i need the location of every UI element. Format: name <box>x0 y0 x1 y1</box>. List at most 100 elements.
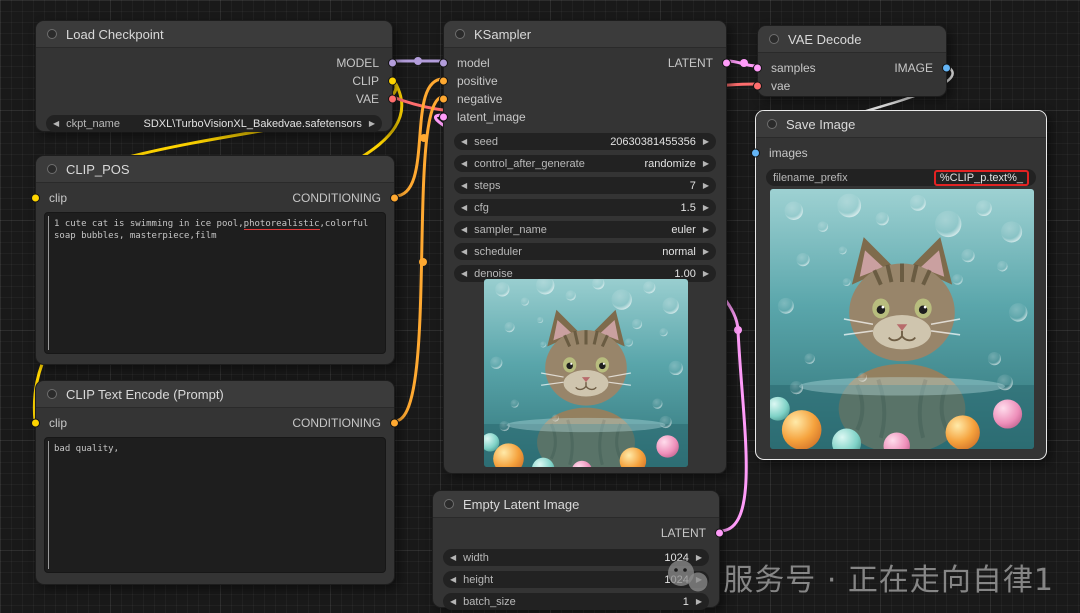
input-port-model[interactable] <box>439 58 448 68</box>
negative-prompt-textarea[interactable]: bad quality, <box>44 437 386 573</box>
widget-label: cfg <box>474 201 489 214</box>
output-label: CLIP <box>352 74 379 88</box>
node-clip-pos[interactable]: CLIP_POS clip CONDITIONING 1 cute cat is… <box>31 155 399 365</box>
slot-row: latent_image <box>439 108 726 126</box>
output-port-model[interactable] <box>388 58 397 68</box>
widget-value: SDXL\TurboVisionXL_Bakedvae.safetensors <box>143 117 362 130</box>
node-title-bar[interactable]: VAE Decode <box>758 26 946 53</box>
widget-sampler-name[interactable]: ◀ sampler_name euler ▶ <box>454 221 716 238</box>
widget-value: 1.5 <box>680 201 696 214</box>
arrow-left-icon[interactable]: ◀ <box>461 137 467 146</box>
arrow-left-icon[interactable]: ◀ <box>450 575 456 584</box>
graph-canvas[interactable]: Load Checkpoint MODEL CLIP VAE ◀ ckpt_na… <box>0 0 1080 613</box>
node-load-checkpoint[interactable]: Load Checkpoint MODEL CLIP VAE ◀ ckpt_na… <box>35 20 397 132</box>
output-label: IMAGE <box>894 61 933 75</box>
output-label: CONDITIONING <box>292 191 381 205</box>
input-label: clip <box>49 416 68 430</box>
widget-label: ckpt_name <box>66 117 120 130</box>
collapse-dot-icon[interactable] <box>444 499 454 509</box>
node-title-bar[interactable]: Load Checkpoint <box>36 21 392 48</box>
output-port-conditioning[interactable] <box>390 418 399 428</box>
arrow-right-icon[interactable]: ▶ <box>703 137 709 146</box>
widget-value: 20630381455356 <box>610 135 696 148</box>
arrow-right-icon[interactable]: ▶ <box>703 203 709 212</box>
widget-label: seed <box>474 135 499 148</box>
wire-dot-model <box>414 57 422 65</box>
collapse-dot-icon[interactable] <box>47 29 57 39</box>
arrow-left-icon[interactable]: ◀ <box>461 203 467 212</box>
arrow-right-icon[interactable]: ▶ <box>703 269 709 278</box>
widget-label: filename_prefix <box>773 171 848 184</box>
node-title: CLIP Text Encode (Prompt) <box>66 386 224 402</box>
slot-row: negative <box>439 90 726 108</box>
widget-filename-prefix[interactable]: filename_prefix %CLIP_p.text%_ <box>766 169 1036 186</box>
node-ksampler[interactable]: KSampler model LATENT positive negative … <box>439 20 731 474</box>
arrow-left-icon[interactable]: ◀ <box>461 159 467 168</box>
watermark: 服务号 · 正在走向自律1 <box>665 555 1054 599</box>
slot-row: samples IMAGE <box>753 59 951 77</box>
arrow-left-icon[interactable]: ◀ <box>461 247 467 256</box>
widget-value: 7 <box>689 179 696 192</box>
node-title-bar[interactable]: CLIP_POS <box>36 156 394 183</box>
input-port-clip[interactable] <box>31 418 40 428</box>
arrow-left-icon[interactable]: ◀ <box>53 119 59 128</box>
node-title-bar[interactable]: Save Image <box>756 111 1046 138</box>
output-port-clip[interactable] <box>388 76 397 86</box>
output-port-latent[interactable] <box>715 528 724 538</box>
widget-steps[interactable]: ◀ steps 7 ▶ <box>454 177 716 194</box>
arrow-left-icon[interactable]: ◀ <box>461 225 467 234</box>
filename-prefix-highlight: %CLIP_p.text%_ <box>933 169 1029 186</box>
output-slot-model: MODEL <box>36 54 397 72</box>
arrow-right-icon[interactable]: ▶ <box>703 225 709 234</box>
output-port-conditioning[interactable] <box>390 193 399 203</box>
arrow-left-icon[interactable]: ◀ <box>461 269 467 278</box>
collapse-dot-icon[interactable] <box>47 164 57 174</box>
input-port-clip[interactable] <box>31 193 40 203</box>
input-port-vae[interactable] <box>753 81 762 91</box>
slot-row: clip CONDITIONING <box>31 189 399 207</box>
widget-seed[interactable]: ◀ seed 20630381455356 ▶ <box>454 133 716 150</box>
arrow-left-icon[interactable]: ◀ <box>450 597 456 606</box>
collapse-dot-icon[interactable] <box>767 119 777 129</box>
input-port-images[interactable] <box>751 148 760 158</box>
wire-dot-latent <box>740 59 748 67</box>
prompt-text: 1 cute cat is swimming in ice pool, <box>54 219 244 229</box>
widget-ckpt-name[interactable]: ◀ ckpt_name SDXL\TurboVisionXL_Bakedvae.… <box>46 115 382 132</box>
input-port-negative[interactable] <box>439 94 448 104</box>
output-port-latent[interactable] <box>722 58 731 68</box>
node-title-bar[interactable]: KSampler <box>444 21 726 48</box>
wechat-logo-icon <box>668 560 708 592</box>
input-port-latent-image[interactable] <box>439 112 448 122</box>
positive-prompt-textarea[interactable]: 1 cute cat is swimming in ice pool,photo… <box>44 212 386 354</box>
output-port-vae[interactable] <box>388 94 397 104</box>
node-clip-text-encode[interactable]: CLIP Text Encode (Prompt) clip CONDITION… <box>31 380 399 585</box>
input-port-samples[interactable] <box>753 63 762 73</box>
node-vae-decode[interactable]: VAE Decode samples IMAGE vae <box>753 25 951 97</box>
widget-value: 1.00 <box>674 267 696 280</box>
widget-label: control_after_generate <box>474 157 585 170</box>
input-label: model <box>457 56 490 70</box>
node-save-image[interactable]: Save Image images filename_prefix %CLIP_… <box>751 110 1047 460</box>
arrow-right-icon[interactable]: ▶ <box>703 159 709 168</box>
arrow-right-icon[interactable]: ▶ <box>369 119 375 128</box>
widget-scheduler[interactable]: ◀ scheduler normal ▶ <box>454 243 716 260</box>
collapse-dot-icon[interactable] <box>47 389 57 399</box>
input-port-positive[interactable] <box>439 76 448 86</box>
collapse-dot-icon[interactable] <box>769 34 779 44</box>
prompt-text-misspelled: photorealistic <box>243 219 320 230</box>
node-title-bar[interactable]: Empty Latent Image <box>433 491 719 518</box>
wire-dot-negative <box>419 258 427 266</box>
node-title: Save Image <box>786 116 856 132</box>
widget-cfg[interactable]: ◀ cfg 1.5 ▶ <box>454 199 716 216</box>
arrow-right-icon[interactable]: ▶ <box>703 247 709 256</box>
arrow-right-icon[interactable]: ▶ <box>703 181 709 190</box>
widget-control-after-generate[interactable]: ◀ control_after_generate randomize ▶ <box>454 155 716 172</box>
collapse-dot-icon[interactable] <box>455 29 465 39</box>
arrow-left-icon[interactable]: ◀ <box>461 181 467 190</box>
arrow-left-icon[interactable]: ◀ <box>450 553 456 562</box>
prompt-text: bad quality, <box>54 444 120 454</box>
output-port-image[interactable] <box>942 63 951 73</box>
node-title-bar[interactable]: CLIP Text Encode (Prompt) <box>36 381 394 408</box>
slot-row: model LATENT <box>439 54 731 72</box>
widget-value: %CLIP_p.text%_ <box>939 171 1023 184</box>
